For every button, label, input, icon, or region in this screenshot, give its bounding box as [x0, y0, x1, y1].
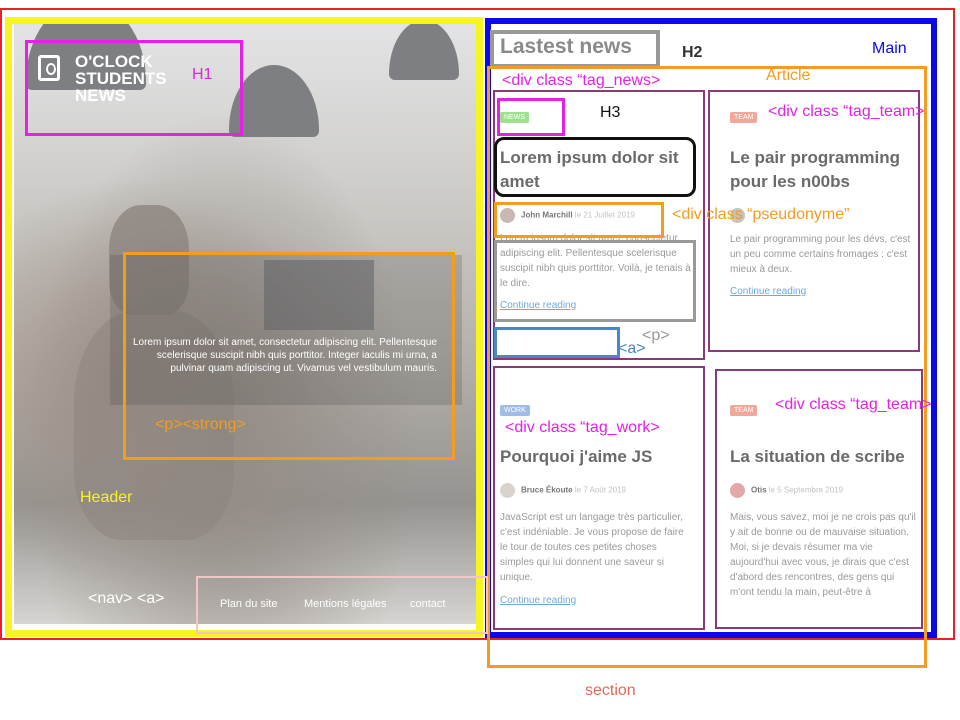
h1-magenta-box [25, 40, 243, 136]
label-pseudonyme: <div class “pseudonyme” [672, 206, 850, 223]
label-article: Article [766, 67, 811, 84]
label-p: <p> [642, 327, 670, 344]
h3-black-box [494, 137, 696, 197]
article-purple-box-3 [493, 366, 705, 630]
label-h1: H1 [192, 66, 213, 83]
label-tag-team-2: <div class “tag_team> [775, 396, 932, 413]
label-a: <a> [618, 340, 646, 357]
h2-gray-box [490, 30, 660, 68]
label-section: section [585, 682, 636, 699]
pseudonyme-orange-box [494, 202, 664, 238]
label-tag-work: <div class “tag_work> [505, 419, 660, 436]
label-h2: H2 [682, 44, 703, 61]
label-nav: <nav> <a> [88, 590, 165, 607]
nav-pink-box [196, 576, 488, 634]
label-tag-news: <div class “tag_news> [502, 72, 661, 89]
label-main: Main [872, 40, 907, 57]
label-header: Header [80, 489, 133, 506]
h3-magenta-box [497, 98, 565, 136]
label-p-strong: <p><strong> [155, 416, 246, 433]
a-blue-box [494, 327, 620, 358]
label-tag-team-1: <div class “tag_team> [768, 103, 925, 120]
p-gray-box [494, 240, 696, 322]
label-h3: H3 [600, 104, 621, 121]
